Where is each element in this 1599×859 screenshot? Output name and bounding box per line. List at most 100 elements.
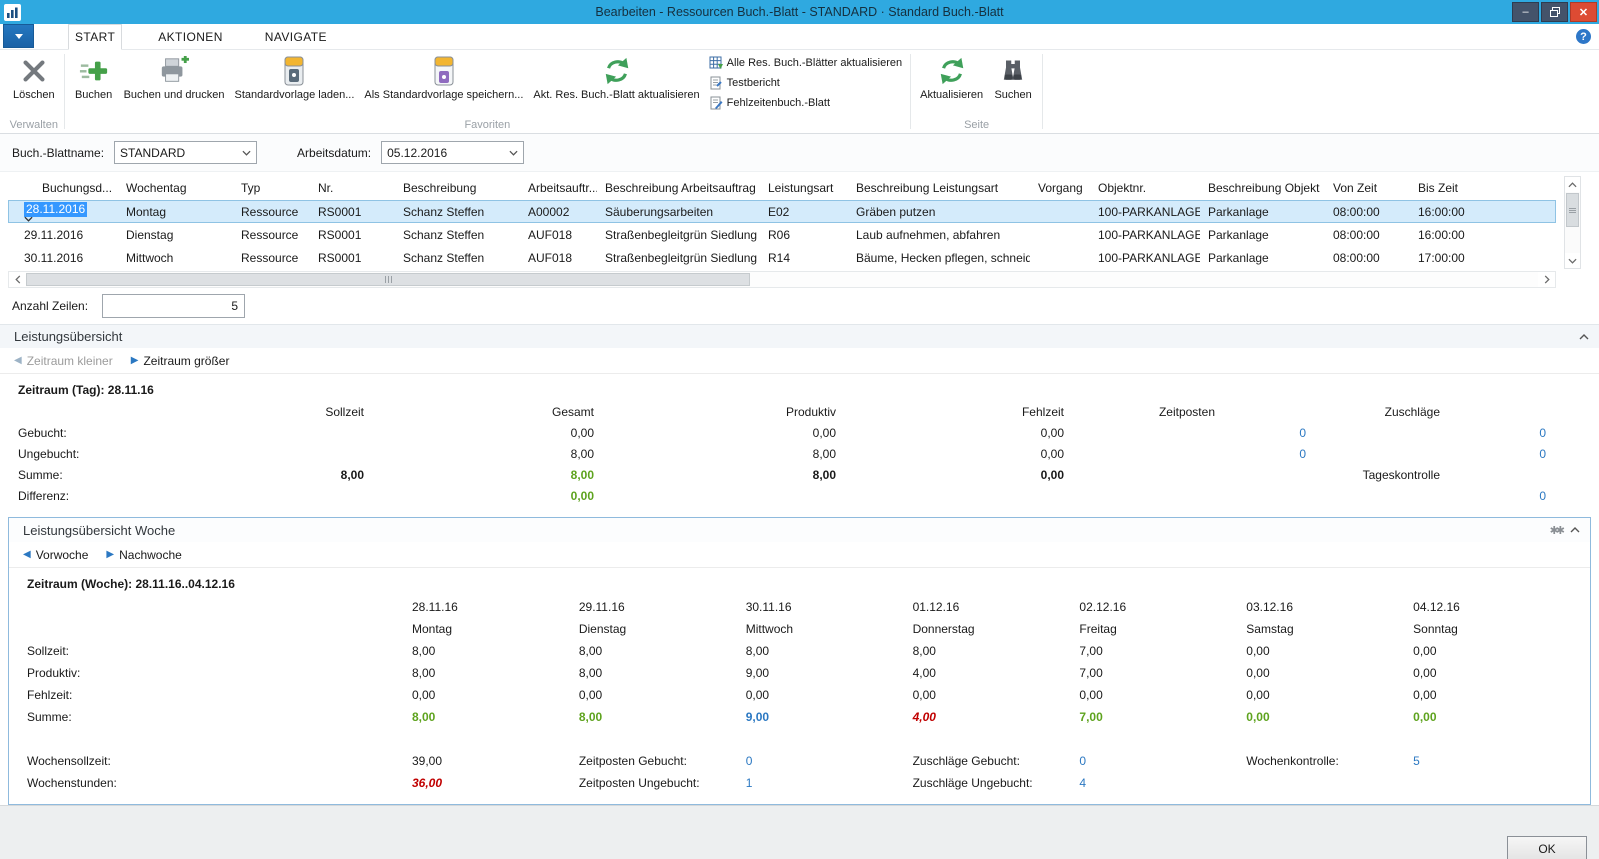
restore-button[interactable] xyxy=(1541,2,1568,22)
zeitposten-gebucht-value[interactable]: 0 xyxy=(746,750,913,772)
arrow-left-icon: ◀ xyxy=(14,355,22,366)
post-plus-icon xyxy=(79,53,109,89)
wochensollzeit-value: 39,00 xyxy=(412,750,579,772)
minimize-button[interactable]: – xyxy=(1512,2,1539,22)
report-icon xyxy=(709,76,723,90)
fehlzeiten-blatt-button[interactable]: Fehlzeitenbuch.-Blatt xyxy=(709,96,902,110)
row-label-sollzeit: Sollzeit: xyxy=(27,640,412,662)
zeitposten-ungebucht-value[interactable]: 1 xyxy=(746,772,913,794)
table-row[interactable]: 29.11.2016 Dienstag Ressource RS0001 Sch… xyxy=(8,223,1556,246)
table-row[interactable]: 30.11.2016 Mittwoch Ressource RS0001 Sch… xyxy=(8,246,1556,269)
binoculars-icon xyxy=(999,53,1027,89)
tageskontrolle-value[interactable]: 0 xyxy=(1310,486,1550,507)
settings-gears-icon[interactable]: ✱✱ xyxy=(1550,524,1562,537)
table-row[interactable]: 28.11.2016 Montag Ressource RS0001 Schan… xyxy=(8,200,1556,223)
table-refresh-icon xyxy=(709,56,723,70)
vorlage-speichern-button[interactable]: Als Standardvorlage speichern... xyxy=(359,52,528,101)
work-date-select[interactable]: 05.12.2016 xyxy=(381,141,524,164)
batch-name-label: Buch.-Blattname: xyxy=(12,146,104,160)
tab-start[interactable]: START xyxy=(68,24,122,50)
template-save-icon xyxy=(433,53,455,89)
zeitraum-kleiner-link[interactable]: ◀ Zeitraum kleiner xyxy=(14,354,113,368)
col-header-gesamt: Gesamt xyxy=(368,402,598,423)
tab-aktionen[interactable]: AKTIONEN xyxy=(152,24,229,49)
buchen-drucken-button[interactable]: Buchen und drucken xyxy=(119,52,230,101)
zuschlaege-ungebucht-value[interactable]: 4 xyxy=(1079,772,1246,794)
group-caption-seite: Seite xyxy=(915,118,1038,133)
line-count-label: Anzahl Zeilen: xyxy=(12,299,88,313)
week-date: 29.11.16 xyxy=(579,596,746,618)
group-caption-favoriten: Favoriten xyxy=(69,118,907,133)
scroll-right-button[interactable] xyxy=(1538,272,1555,287)
ribbon-group-verwalten: Löschen Verwalten xyxy=(4,50,64,133)
vorlage-laden-button[interactable]: Standardvorlage laden... xyxy=(230,52,360,101)
col-header-produktiv: Produktiv xyxy=(598,402,840,423)
grid-header-row: Buchungsd... Wochentag Typ Nr. Beschreib… xyxy=(8,176,1556,200)
chevron-up-icon[interactable] xyxy=(1579,334,1589,340)
ribbon: Löschen Verwalten Buchen xyxy=(0,50,1599,134)
ok-button[interactable]: OK xyxy=(1507,836,1587,859)
help-icon[interactable]: ? xyxy=(1576,29,1591,44)
group-caption-verwalten: Verwalten xyxy=(8,118,60,133)
zeitposten-ungebucht-label: Zeitposten Ungebucht: xyxy=(579,772,746,794)
drilldown-link[interactable]: 0 xyxy=(1068,423,1310,444)
week-date: 01.12.16 xyxy=(913,596,1080,618)
scroll-left-button[interactable] xyxy=(9,272,26,287)
close-button[interactable]: ✕ xyxy=(1570,2,1597,22)
col-header-zuschlaege: Zuschläge xyxy=(1310,402,1550,423)
nachwoche-link[interactable]: ▶ Nachwoche xyxy=(106,548,181,562)
group-separator xyxy=(1042,54,1043,129)
drilldown-link[interactable]: 0 xyxy=(1068,444,1310,465)
buchen-button[interactable]: Buchen xyxy=(69,52,119,101)
scroll-up-button[interactable] xyxy=(1565,177,1580,192)
row-label-ungebucht: Ungebucht: xyxy=(18,444,168,465)
week-day: Dienstag xyxy=(579,618,746,640)
drilldown-link[interactable]: 0 xyxy=(1310,423,1550,444)
suchen-button[interactable]: Suchen xyxy=(988,52,1038,101)
week-period-label: Zeitraum (Woche): 28.11.16..04.12.16 xyxy=(9,568,1590,596)
week-date: 03.12.16 xyxy=(1246,596,1413,618)
aktualisieren-button[interactable]: Aktualisieren xyxy=(915,52,988,101)
row-label-produktiv: Produktiv: xyxy=(27,662,412,684)
zeitraum-groesser-link[interactable]: ▶ Zeitraum größer xyxy=(131,354,230,368)
ribbon-group-favoriten: Buchen Buchen und drucken xyxy=(65,50,911,133)
testbericht-button[interactable]: Testbericht xyxy=(709,76,902,90)
filter-bar: Buch.-Blattname: STANDARD Arbeitsdatum: … xyxy=(0,134,1599,172)
refresh-icon xyxy=(937,53,967,89)
titlebar: Bearbeiten - Ressourcen Buch.-Blatt - ST… xyxy=(0,0,1599,24)
week-date: 30.11.16 xyxy=(746,596,913,618)
tab-navigate[interactable]: NAVIGATE xyxy=(259,24,333,49)
akt-res-aktualisieren-button[interactable]: Akt. Res. Buch.-Blatt aktualisieren xyxy=(528,52,704,101)
scrollbar-thumb[interactable] xyxy=(1566,193,1579,227)
week-nav-row: ◀ Vorwoche ▶ Nachwoche xyxy=(9,542,1590,568)
vorwoche-link[interactable]: ◀ Vorwoche xyxy=(23,548,88,562)
alle-res-aktualisieren-button[interactable]: Alle Res. Buch.-Blätter aktualisieren xyxy=(709,56,902,70)
day-nav-row: ◀ Zeitraum kleiner ▶ Zeitraum größer xyxy=(0,348,1599,374)
drilldown-link[interactable]: 0 xyxy=(1310,444,1550,465)
wochenkontrolle-value[interactable]: 5 xyxy=(1413,750,1580,772)
day-section-header[interactable]: Leistungsübersicht xyxy=(0,324,1599,348)
line-count-input[interactable]: 5 xyxy=(102,294,245,318)
horizontal-scrollbar[interactable] xyxy=(8,271,1556,288)
loeschen-button[interactable]: Löschen xyxy=(8,52,60,101)
arrow-right-icon: ▶ xyxy=(131,355,139,366)
wochensollzeit-label: Wochensollzeit: xyxy=(27,750,412,772)
line-count-row: Anzahl Zeilen: 5 xyxy=(0,288,1599,324)
chevron-up-icon[interactable] xyxy=(1570,527,1580,533)
week-date: 02.12.16 xyxy=(1079,596,1246,618)
week-day: Freitag xyxy=(1079,618,1246,640)
scrollbar-thumb[interactable] xyxy=(26,273,750,286)
week-section-header[interactable]: Leistungsübersicht Woche ✱✱ xyxy=(9,518,1590,542)
journal-grid: Buchungsd... Wochentag Typ Nr. Beschreib… xyxy=(8,176,1586,288)
wochenkontrolle-label: Wochenkontrolle: xyxy=(1246,750,1413,772)
app-menu-button[interactable] xyxy=(3,24,34,48)
posting-date-cell[interactable]: 28.11.2016 xyxy=(8,202,118,222)
week-overview-section: Leistungsübersicht Woche ✱✱ ◀ Vorwoche ▶… xyxy=(8,517,1591,805)
ribbon-group-seite: Aktualisieren Suchen Seite xyxy=(911,50,1042,133)
vertical-scrollbar[interactable] xyxy=(1564,176,1581,269)
row-label-summe: Summe: xyxy=(18,465,168,486)
batch-name-select[interactable]: STANDARD xyxy=(114,141,257,164)
row-label-fehlzeit: Fehlzeit: xyxy=(27,684,412,706)
zuschlaege-gebucht-value[interactable]: 0 xyxy=(1079,750,1246,772)
scroll-down-button[interactable] xyxy=(1565,253,1580,268)
